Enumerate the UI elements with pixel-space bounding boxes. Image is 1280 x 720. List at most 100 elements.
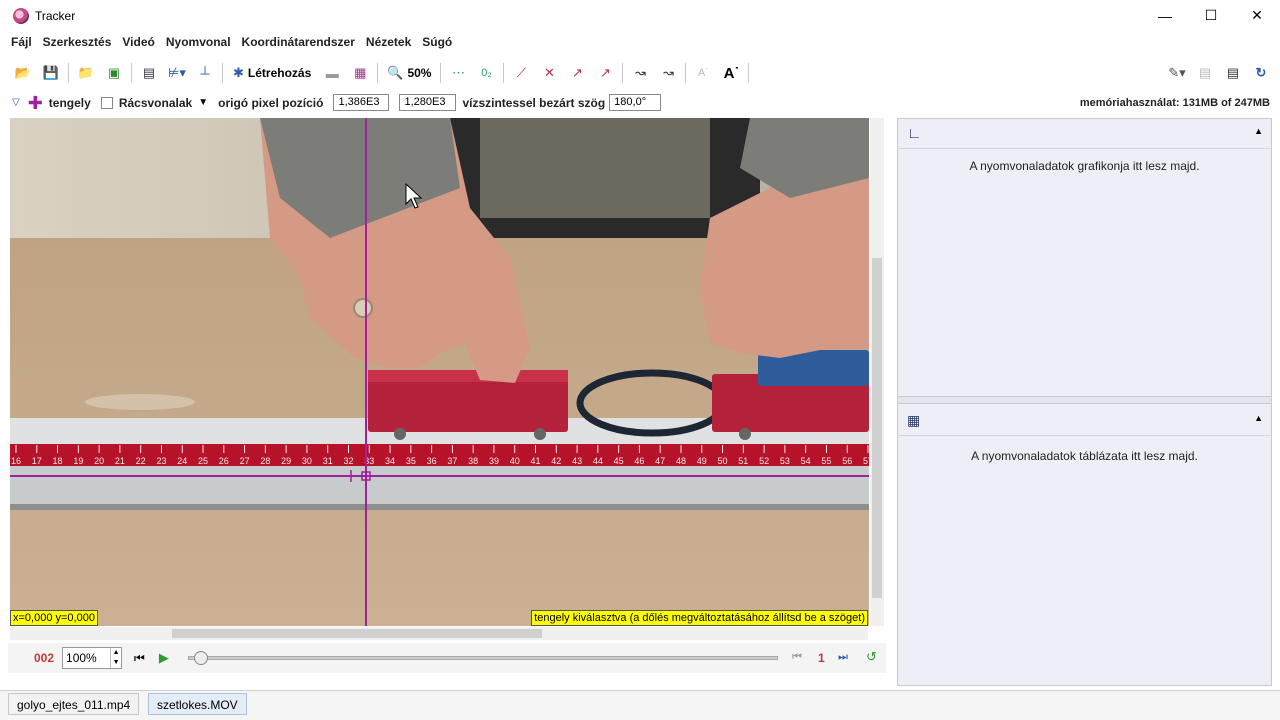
axis-cross-icon: ✚	[27, 92, 43, 113]
create-track-button[interactable]: ✱ Létrehozás	[229, 61, 315, 85]
ruler-tick-label: 56	[842, 456, 852, 466]
table-icon[interactable]: ▦	[907, 412, 920, 429]
plot-collapse-icon[interactable]: ▲	[1254, 126, 1263, 136]
refresh-icon[interactable]: ↻	[1250, 61, 1272, 85]
magnifier-icon: 🔍	[387, 65, 404, 80]
toolbar-right: ✎▾ ▤ ▤ ↻	[1160, 61, 1272, 85]
grid-dropdown-icon[interactable]: ▼	[198, 97, 208, 108]
toolbar-separator	[131, 63, 132, 83]
font-larger-icon[interactable]: A˙	[720, 61, 742, 85]
toolbar-separator	[748, 63, 750, 83]
menu-video[interactable]: Videó	[122, 35, 154, 49]
ruler-tick-label: 24	[177, 456, 187, 466]
grid-label: Rácsvonalak	[118, 95, 193, 110]
step-forward-icon[interactable]: ⏭	[838, 651, 848, 664]
maximize-button[interactable]: ☐	[1188, 0, 1234, 31]
step-back-icon[interactable]: ⏮	[792, 651, 802, 664]
panel-icon[interactable]: ▤	[1222, 61, 1244, 85]
zoom-button[interactable]: 🔍 50%	[384, 61, 434, 85]
track-rail-side	[10, 466, 869, 504]
frame-number[interactable]: 002	[34, 651, 54, 665]
playback-slider[interactable]	[188, 651, 778, 665]
spinner-arrows-icon[interactable]: ▲ ▼	[110, 648, 121, 668]
menu-coords[interactable]: Koordinátarendszer	[242, 35, 355, 49]
scrollbar-thumb[interactable]	[172, 629, 542, 638]
table-collapse-icon[interactable]: ▲	[1254, 413, 1263, 423]
angle-label: vízszintessel bezárt szög	[462, 95, 606, 110]
minimize-button[interactable]: —	[1142, 0, 1188, 31]
toolbar-separator	[685, 63, 687, 83]
ruler-tick-label: 51	[738, 456, 748, 466]
cart-wheel	[534, 428, 546, 440]
go-to-start-icon[interactable]: ⏮	[134, 651, 145, 666]
background-person-sweater	[480, 118, 710, 218]
playback-rate-spinner[interactable]: 100% ▲ ▼	[62, 647, 123, 669]
angle-field[interactable]: 180,0°	[609, 94, 662, 111]
open-icon[interactable]: 📂	[12, 61, 34, 85]
menu-views[interactable]: Nézetek	[366, 35, 411, 49]
cart-wheel	[394, 428, 406, 440]
axis-label: tengely	[48, 95, 91, 110]
origin-x-field[interactable]: 1,386E3	[333, 94, 390, 111]
video-horizontal-scrollbar[interactable]	[10, 627, 868, 640]
menu-bar: Fájl Szerkesztés Videó Nyomvonal Koordin…	[0, 31, 1280, 53]
star-icon: ✱	[233, 65, 244, 80]
pane-divider[interactable]	[898, 396, 1271, 404]
acceleration-icon[interactable]: ↗	[594, 61, 616, 85]
play-icon[interactable]: ▶	[159, 650, 169, 666]
filter-icon[interactable]: ▦	[349, 61, 371, 85]
labels-icon[interactable]: 0₂	[475, 61, 497, 85]
ruler-tick-label: 57	[863, 456, 869, 466]
cart-wheel	[739, 428, 751, 440]
vector-sum-icon[interactable]: ↝	[629, 61, 651, 85]
create-track-label: Létrehozás	[247, 66, 312, 80]
video-scene: 16 17 18 19 20 21 22 23 24 25 26 27 28 29 30 31 32 33 34 35…	[10, 118, 869, 626]
center-of-mass-icon[interactable]: ↝	[657, 61, 679, 85]
velocity-icon[interactable]: ↗	[566, 61, 588, 85]
video-vertical-scrollbar[interactable]	[870, 118, 884, 626]
plot-icon[interactable]: ∟	[907, 125, 922, 142]
ruler-tick-label: 28	[260, 456, 270, 466]
menu-file[interactable]: Fájl	[11, 35, 32, 49]
toolbar-separator	[440, 63, 442, 83]
scrollbar-thumb[interactable]	[872, 258, 882, 598]
status-message: tengely kiválasztva (a dőlés megváltozta…	[531, 610, 868, 626]
collapse-arrow-icon[interactable]: ▽	[12, 97, 20, 108]
tab-golyo-ejtes[interactable]: golyo_ejtes_011.mp4	[8, 693, 140, 715]
ruler-tick-label: 20	[94, 456, 104, 466]
clip-settings-icon[interactable]: ▤	[138, 61, 160, 85]
ruler-icon[interactable]: ▬	[321, 61, 343, 85]
pencil-icon[interactable]: ✎▾	[1166, 61, 1188, 85]
menu-track[interactable]: Nyomvonal	[166, 35, 231, 49]
notes-icon[interactable]: ▤	[1194, 61, 1216, 85]
axes-icon[interactable]: ┴	[194, 61, 216, 85]
step-size[interactable]: 1	[818, 651, 825, 665]
origin-y-field[interactable]: 1,280E3	[399, 94, 457, 111]
open-browser-icon[interactable]: 📁	[75, 61, 97, 85]
loop-icon[interactable]: ↺	[866, 649, 877, 665]
close-button[interactable]: ✕	[1234, 0, 1280, 31]
calibration-tools-icon[interactable]: ⊭▾	[166, 61, 188, 85]
save-tab-icon[interactable]: ▣	[103, 61, 125, 85]
trace-icon[interactable]: ⟋	[510, 61, 532, 85]
playback-slider-knob[interactable]	[193, 651, 208, 665]
grid-checkbox[interactable]	[100, 96, 113, 109]
video-tabs: golyo_ejtes_011.mp4 szetlokes.MOV	[0, 690, 1280, 720]
toolbar-separator	[377, 63, 379, 83]
trail-icon[interactable]: ⋯	[447, 61, 469, 85]
ruler-tick-label: 42	[551, 456, 561, 466]
video-frame[interactable]: 16 17 18 19 20 21 22 23 24 25 26 27 28 29 30 31 32 33 34 35…	[10, 118, 869, 626]
tab-szetlokes[interactable]: szetlokes.MOV	[148, 693, 247, 715]
ruler-tick-label: 26	[219, 456, 229, 466]
menu-help[interactable]: Súgó	[422, 35, 452, 49]
ruler-tick-label: 37	[447, 456, 457, 466]
font-smaller-icon[interactable]: A˙	[692, 61, 714, 85]
ruler-tick-label: 46	[634, 456, 644, 466]
red-cart-left-top	[368, 370, 568, 382]
save-icon[interactable]: 💾	[40, 61, 62, 85]
ruler-tick-label: 31	[323, 456, 333, 466]
ruler-tick-label: 45	[614, 456, 624, 466]
ruler-tick-label: 54	[801, 456, 811, 466]
menu-edit[interactable]: Szerkesztés	[43, 35, 112, 49]
position-icon[interactable]: ✕	[538, 61, 560, 85]
